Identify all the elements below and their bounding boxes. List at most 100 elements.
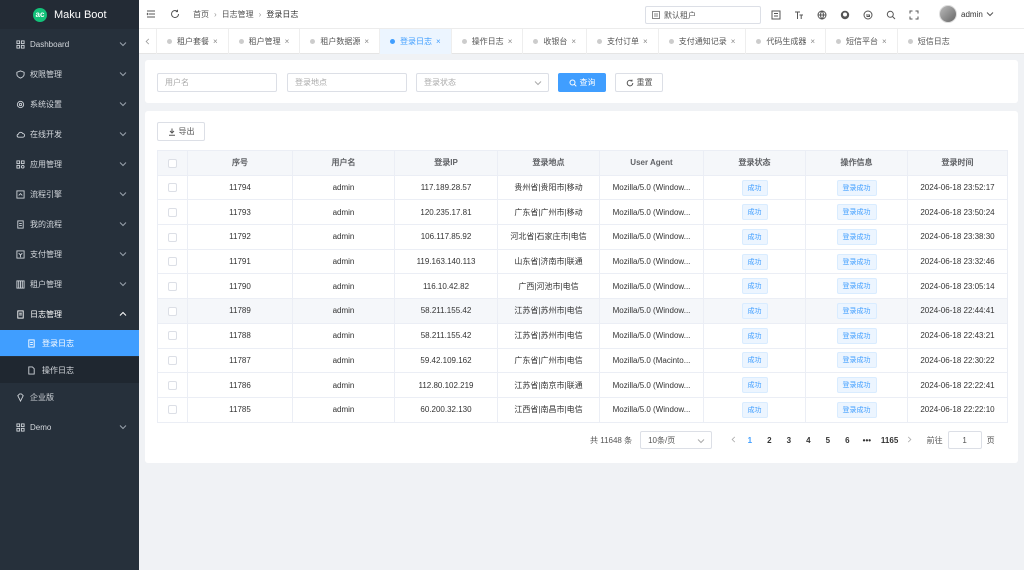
- sidebar-item-label: 应用管理: [30, 159, 62, 169]
- prev-page-button[interactable]: [726, 436, 740, 445]
- github-icon[interactable]: [838, 8, 851, 21]
- table-row[interactable]: 11787 admin 59.42.109.162 广东省|广州市|电信 Moz…: [157, 348, 1008, 374]
- table-row[interactable]: 11794 admin 117.189.28.57 贵州省|贵阳市|移动 Moz…: [157, 175, 1008, 201]
- user-menu[interactable]: admin: [939, 5, 994, 23]
- gitee-icon[interactable]: [861, 8, 874, 21]
- select-all-checkbox[interactable]: [157, 150, 188, 176]
- tab-tenant-package[interactable]: 租户套餐 ×: [157, 28, 229, 54]
- tab-sms-log[interactable]: 短信日志: [898, 29, 960, 54]
- row-checkbox[interactable]: [157, 175, 188, 201]
- login-address-input[interactable]: 登录地点: [287, 73, 407, 92]
- sidebar-item-online-dev[interactable]: 在线开发: [0, 124, 139, 144]
- sidebar-item-app-management[interactable]: 应用管理: [0, 154, 139, 174]
- page-size-select[interactable]: 10条/页: [640, 431, 713, 449]
- column-header-info[interactable]: 操作信息: [805, 150, 908, 176]
- query-button[interactable]: 查询: [558, 73, 606, 92]
- page-6[interactable]: 6: [838, 436, 858, 445]
- row-checkbox[interactable]: [157, 397, 188, 423]
- row-checkbox[interactable]: [157, 323, 188, 349]
- column-header-username[interactable]: 用户名: [292, 150, 395, 176]
- row-checkbox[interactable]: [157, 199, 188, 226]
- table-row[interactable]: 11792 admin 106.117.85.92 河北省|石家庄市|电信 Mo…: [157, 224, 1008, 250]
- table-row[interactable]: 11789 admin 58.211.155.42 江苏省|苏州市|电信 Moz…: [157, 298, 1008, 324]
- page-5[interactable]: 5: [818, 436, 838, 445]
- close-icon[interactable]: ×: [571, 37, 576, 46]
- table-row[interactable]: 11786 admin 112.80.102.219 江苏省|南京市|联通 Mo…: [157, 372, 1008, 398]
- breadcrumb-home[interactable]: 首页: [193, 9, 209, 20]
- language-icon[interactable]: [815, 8, 828, 21]
- row-checkbox[interactable]: [157, 249, 188, 275]
- column-header-ip[interactable]: 登录IP: [394, 150, 498, 176]
- close-icon[interactable]: ×: [508, 37, 513, 46]
- sidebar-item-operation-log[interactable]: 操作日志: [0, 357, 139, 383]
- table-row[interactable]: 11790 admin 116.10.42.82 广西|河池市|电信 Mozil…: [157, 273, 1008, 300]
- tab-tenant-datasource[interactable]: 租户数据源 ×: [300, 28, 381, 54]
- close-icon[interactable]: ×: [436, 37, 441, 46]
- refresh-icon[interactable]: [169, 8, 181, 20]
- table-row[interactable]: 11788 admin 58.211.155.42 江苏省|苏州市|电信 Moz…: [157, 323, 1008, 349]
- close-icon[interactable]: ×: [213, 37, 218, 46]
- dictionary-icon[interactable]: [769, 8, 782, 21]
- sidebar-item-log-management[interactable]: 日志管理: [0, 304, 139, 324]
- tenant-selector[interactable]: 默认租户: [645, 6, 761, 24]
- column-header-address[interactable]: 登录地点: [497, 150, 600, 176]
- sidebar-item-permission[interactable]: 权限管理: [0, 64, 139, 84]
- tab-payment-orders[interactable]: 支付订单 ×: [587, 28, 659, 54]
- table-row[interactable]: 11793 admin 120.235.17.81 广东省|广州市|移动 Moz…: [157, 199, 1008, 226]
- reset-button[interactable]: 重置: [615, 73, 663, 92]
- goto-page-input[interactable]: 1: [947, 431, 982, 449]
- close-icon[interactable]: ×: [285, 37, 290, 46]
- close-icon[interactable]: ×: [731, 37, 736, 46]
- menu-fold-icon[interactable]: [145, 8, 157, 20]
- tab-tenant-management[interactable]: 租户管理 ×: [229, 28, 301, 54]
- app-logo[interactable]: ac Maku Boot: [0, 0, 139, 29]
- sidebar-item-demo[interactable]: Demo: [0, 417, 139, 437]
- column-header-status[interactable]: 登录状态: [703, 150, 806, 176]
- tab-code-generator[interactable]: 代码生成器 ×: [746, 28, 827, 54]
- close-icon[interactable]: ×: [643, 37, 648, 46]
- page-last[interactable]: 1165: [877, 436, 903, 445]
- page-2[interactable]: 2: [760, 436, 780, 445]
- sidebar-item-tenant[interactable]: 租户管理: [0, 274, 139, 294]
- sidebar-item-flow-engine[interactable]: 流程引擎: [0, 184, 139, 204]
- breadcrumb-log-management[interactable]: 日志管理: [222, 9, 254, 20]
- row-checkbox[interactable]: [157, 273, 188, 300]
- column-header-time[interactable]: 登录时间: [907, 150, 1008, 176]
- tab-operation-log[interactable]: 操作日志 ×: [452, 28, 524, 54]
- sidebar-item-enterprise[interactable]: 企业版: [0, 387, 139, 407]
- cell-info: 登录成功: [805, 175, 908, 201]
- table-row[interactable]: 11791 admin 119.163.140.113 山东省|济南市|联通 M…: [157, 249, 1008, 275]
- sidebar-item-system-settings[interactable]: 系统设置: [0, 94, 139, 114]
- close-icon[interactable]: ×: [364, 37, 369, 46]
- font-size-icon[interactable]: [792, 8, 805, 21]
- cell-id: 11785: [187, 397, 293, 423]
- page-1[interactable]: 1: [740, 436, 760, 445]
- sidebar-item-payment[interactable]: 支付管理: [0, 244, 139, 264]
- sidebar-item-dashboard[interactable]: Dashboard: [0, 34, 139, 54]
- column-header-id[interactable]: 序号: [187, 150, 293, 176]
- tab-payment-notify[interactable]: 支付通知记录 ×: [659, 28, 747, 54]
- username-input[interactable]: 用户名: [157, 73, 277, 92]
- row-checkbox[interactable]: [157, 372, 188, 398]
- tab-sms-platform[interactable]: 短信平台 ×: [826, 28, 898, 54]
- fullscreen-icon[interactable]: [907, 8, 920, 21]
- tab-cashier[interactable]: 收银台 ×: [523, 28, 588, 54]
- row-checkbox[interactable]: [157, 298, 188, 324]
- export-button[interactable]: 导出: [157, 122, 205, 141]
- sidebar-item-my-flow[interactable]: 我的流程: [0, 214, 139, 234]
- next-page-button[interactable]: [903, 436, 917, 445]
- tabs-scroll-left[interactable]: [139, 28, 157, 54]
- login-status-select[interactable]: 登录状态: [416, 73, 549, 92]
- sidebar-item-login-log[interactable]: 登录日志: [0, 330, 139, 356]
- row-checkbox[interactable]: [157, 348, 188, 374]
- tab-login-log[interactable]: 登录日志 ×: [380, 28, 452, 54]
- page-3[interactable]: 3: [779, 436, 799, 445]
- column-header-user-agent[interactable]: User Agent: [599, 150, 704, 176]
- page-ellipsis[interactable]: •••: [857, 436, 877, 445]
- close-icon[interactable]: ×: [882, 37, 887, 46]
- page-4[interactable]: 4: [799, 436, 819, 445]
- search-icon[interactable]: [884, 8, 897, 21]
- table-row[interactable]: 11785 admin 60.200.32.130 江西省|南昌市|电信 Moz…: [157, 397, 1008, 423]
- close-icon[interactable]: ×: [810, 37, 815, 46]
- row-checkbox[interactable]: [157, 224, 188, 250]
